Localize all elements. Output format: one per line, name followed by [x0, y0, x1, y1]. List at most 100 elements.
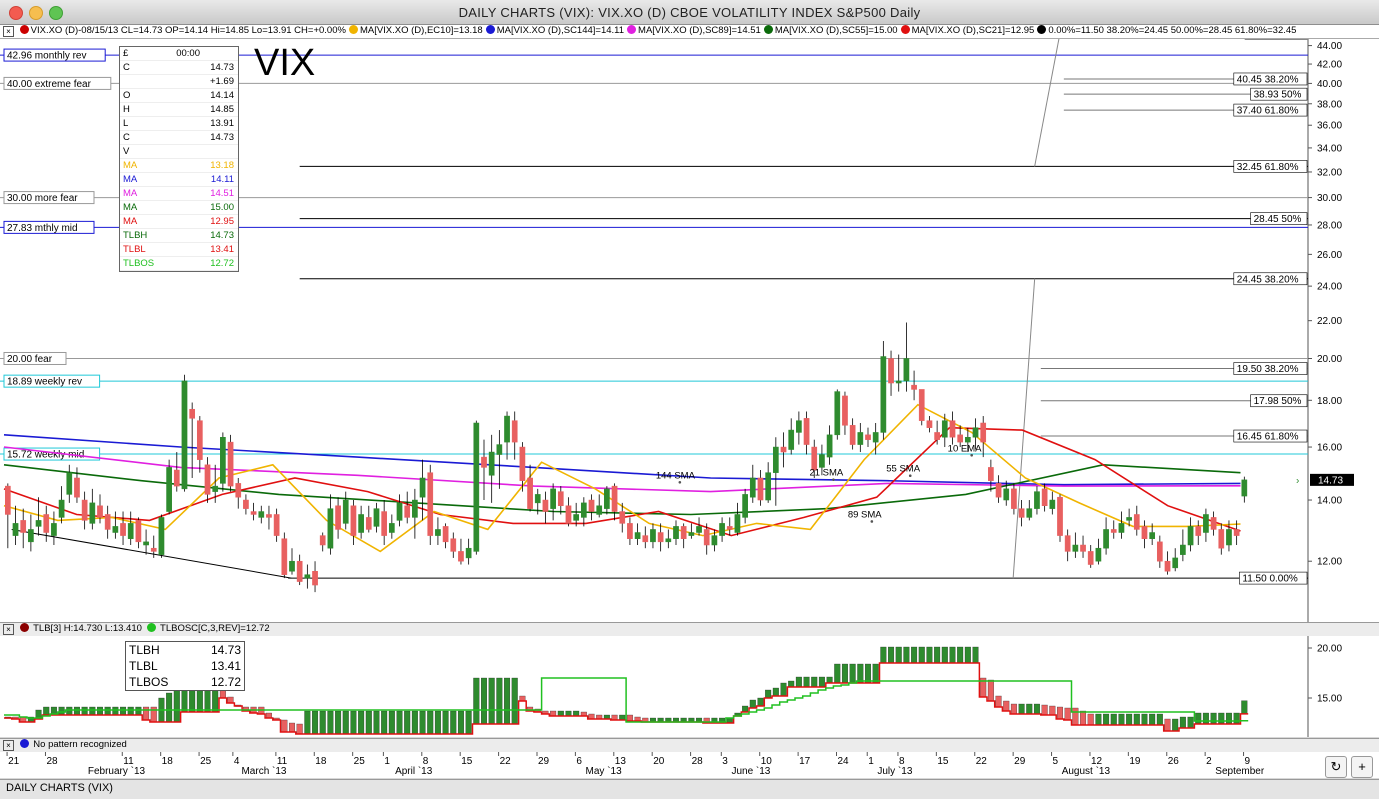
- candle-body: [835, 392, 840, 435]
- tlb-bar: [1003, 701, 1009, 711]
- series-color-icon: [764, 25, 773, 34]
- candle: [274, 509, 279, 542]
- candle-body: [773, 447, 778, 473]
- fib-label: 45.40 100%: [1248, 39, 1301, 40]
- day-label: 11: [277, 756, 288, 767]
- candle-body: [620, 512, 625, 524]
- candle-body: [228, 442, 233, 486]
- candle: [781, 432, 786, 467]
- ohlc-value: 15.00: [210, 201, 234, 214]
- plus-icon: +: [1358, 759, 1366, 774]
- day-label: 8: [423, 756, 429, 767]
- tlb-row: TLBL 13.41: [126, 658, 244, 674]
- y-tick-label: 24.00: [1317, 282, 1342, 293]
- legend-entry: MA[VIX.XO (D),SC144]=14.11: [497, 25, 624, 36]
- tlb-bar: [320, 711, 326, 734]
- candle: [466, 539, 471, 565]
- candle-body: [743, 494, 748, 517]
- candle-body: [105, 514, 110, 529]
- candle-body: [113, 526, 118, 532]
- candle-body: [289, 561, 294, 571]
- tlb-bar: [512, 678, 518, 724]
- candle-body: [504, 416, 509, 442]
- tlb-key: TLBOS: [129, 674, 168, 690]
- tlb-bar: [1065, 708, 1071, 720]
- candle-body: [865, 435, 870, 440]
- candle: [435, 517, 440, 545]
- tlb-bar: [120, 707, 126, 715]
- close-icon[interactable]: ×: [3, 26, 14, 37]
- day-label: 22: [500, 756, 512, 767]
- candle-body: [1019, 509, 1024, 518]
- y-tick-label: 32.00: [1317, 167, 1342, 178]
- ohlc-value: +1.69: [210, 75, 234, 88]
- day-label: 13: [615, 756, 627, 767]
- candle-body: [1142, 526, 1147, 538]
- last-price-label: 14.73: [1318, 475, 1343, 486]
- date-axis[interactable]: 2128February `131118254March `131118251A…: [0, 752, 1379, 778]
- tlb-bar: [74, 707, 80, 715]
- tlb-bar: [412, 711, 418, 734]
- tlb-header-label: TLB[3] H:14.730 L:13.410: [33, 623, 142, 634]
- tlb-bar: [466, 711, 472, 734]
- legend-entry: VIX.XO (D)-08/15/13 CL=14.73 OP=14.14 Hi…: [31, 25, 346, 36]
- candle-body: [566, 506, 571, 524]
- tlb-value: 13.41: [211, 658, 241, 674]
- y-tick-label: 18.00: [1317, 396, 1342, 407]
- tlb-bar: [1096, 714, 1102, 725]
- candle: [758, 470, 763, 506]
- candle: [1196, 520, 1201, 545]
- pattern-bar: × No pattern recognized: [0, 738, 1379, 753]
- zoom-in-button[interactable]: +: [1351, 756, 1373, 778]
- day-label: 6: [576, 756, 582, 767]
- tlb-bar: [281, 720, 287, 732]
- candle-body: [704, 529, 709, 545]
- candle: [1219, 523, 1224, 554]
- tlb-bar: [857, 664, 863, 683]
- candle-body: [927, 421, 932, 428]
- tlb-key: TLBL: [129, 658, 158, 674]
- candle: [1173, 548, 1178, 571]
- tlb-bar: [1111, 714, 1117, 725]
- candle: [735, 503, 740, 536]
- date-axis-svg: 2128February `131118254March `131118251A…: [0, 752, 1379, 778]
- candle: [543, 492, 548, 524]
- candle: [374, 503, 379, 533]
- close-icon[interactable]: ×: [3, 740, 14, 751]
- y-tick-label: 36.00: [1317, 121, 1342, 132]
- tlb-bar: [1142, 714, 1148, 725]
- candle: [251, 503, 256, 521]
- candle-body: [343, 500, 348, 523]
- candle-body: [297, 561, 302, 581]
- candle: [988, 460, 993, 492]
- ohlc-header-symbol: £: [123, 47, 128, 60]
- tlb-bar: [773, 688, 779, 696]
- candle: [481, 440, 486, 500]
- candle: [896, 355, 901, 392]
- candle-body: [1203, 514, 1208, 532]
- close-icon[interactable]: ×: [3, 624, 14, 635]
- tlb-bar: [1126, 714, 1132, 725]
- candle-body: [320, 536, 325, 545]
- day-label: 19: [1129, 756, 1141, 767]
- candle-body: [758, 478, 763, 500]
- candle: [635, 523, 640, 545]
- candle-body: [581, 503, 586, 518]
- candle-body: [359, 514, 364, 532]
- tlb-bar: [896, 647, 902, 663]
- candle: [412, 489, 417, 539]
- tlb-bar: [742, 706, 748, 712]
- y-tick-label: 44.00: [1317, 41, 1342, 52]
- candle: [1157, 536, 1162, 568]
- tlb-bar: [788, 681, 794, 687]
- candle-body: [382, 512, 387, 536]
- level-label: 20.00 fear: [7, 354, 53, 365]
- refresh-button[interactable]: ↻: [1325, 756, 1347, 778]
- candle: [1188, 517, 1193, 551]
- candle: [1096, 539, 1101, 565]
- candle: [297, 555, 302, 585]
- candle-body: [589, 500, 594, 512]
- ohlc-value: 12.72: [210, 257, 234, 270]
- tlb-bar: [1103, 714, 1109, 725]
- candle-body: [819, 455, 824, 468]
